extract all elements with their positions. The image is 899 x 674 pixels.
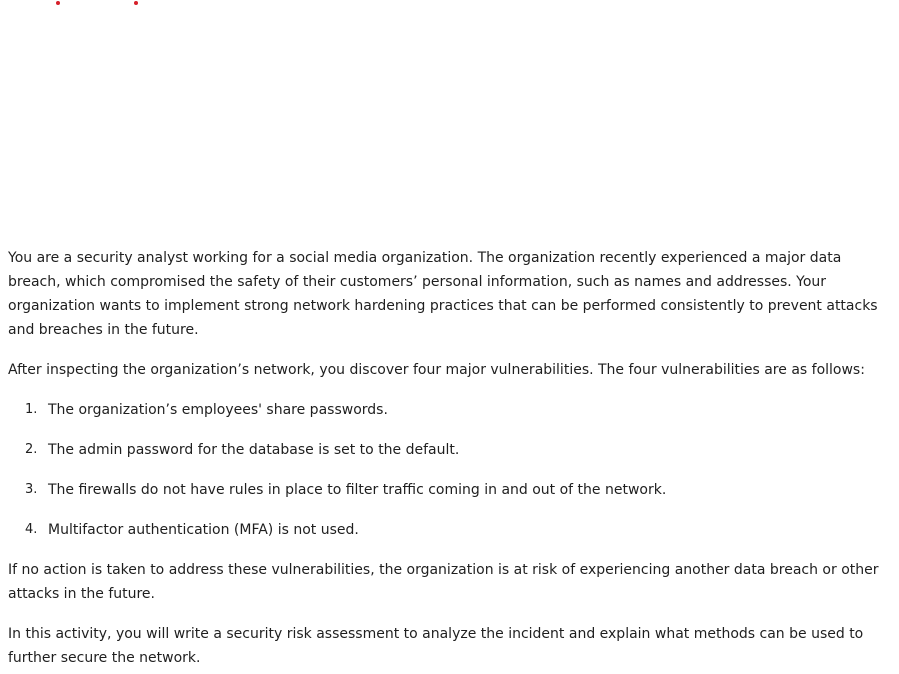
list-item: 3. The firewalls do not have rules in pl… xyxy=(8,478,888,502)
article-body: You are a security analyst working for a… xyxy=(8,246,888,674)
list-item-number: 4. xyxy=(25,522,38,537)
list-item-text: The admin password for the database is s… xyxy=(48,442,460,458)
list-item-number: 3. xyxy=(25,482,38,497)
list-item-number: 1. xyxy=(25,402,38,417)
decorative-dot xyxy=(134,1,138,5)
list-item-text: The organization’s employees' share pass… xyxy=(48,402,388,418)
decorative-dot xyxy=(56,1,60,5)
list-item: 2. The admin password for the database i… xyxy=(8,438,888,462)
list-item: 1. The organization’s employees' share p… xyxy=(8,398,888,422)
list-item-text: Multifactor authentication (MFA) is not … xyxy=(48,522,359,538)
list-item-number: 2. xyxy=(25,442,38,457)
list-item: 4. Multifactor authentication (MFA) is n… xyxy=(8,518,888,542)
vulnerability-list: 1. The organization’s employees' share p… xyxy=(8,398,888,542)
discovery-paragraph: After inspecting the organization’s netw… xyxy=(8,362,865,378)
intro-paragraph: You are a security analyst working for a… xyxy=(8,250,878,338)
risk-paragraph: If no action is taken to address these v… xyxy=(8,562,879,602)
activity-paragraph: In this activity, you will write a secur… xyxy=(8,626,864,666)
list-item-text: The firewalls do not have rules in place… xyxy=(48,482,667,498)
